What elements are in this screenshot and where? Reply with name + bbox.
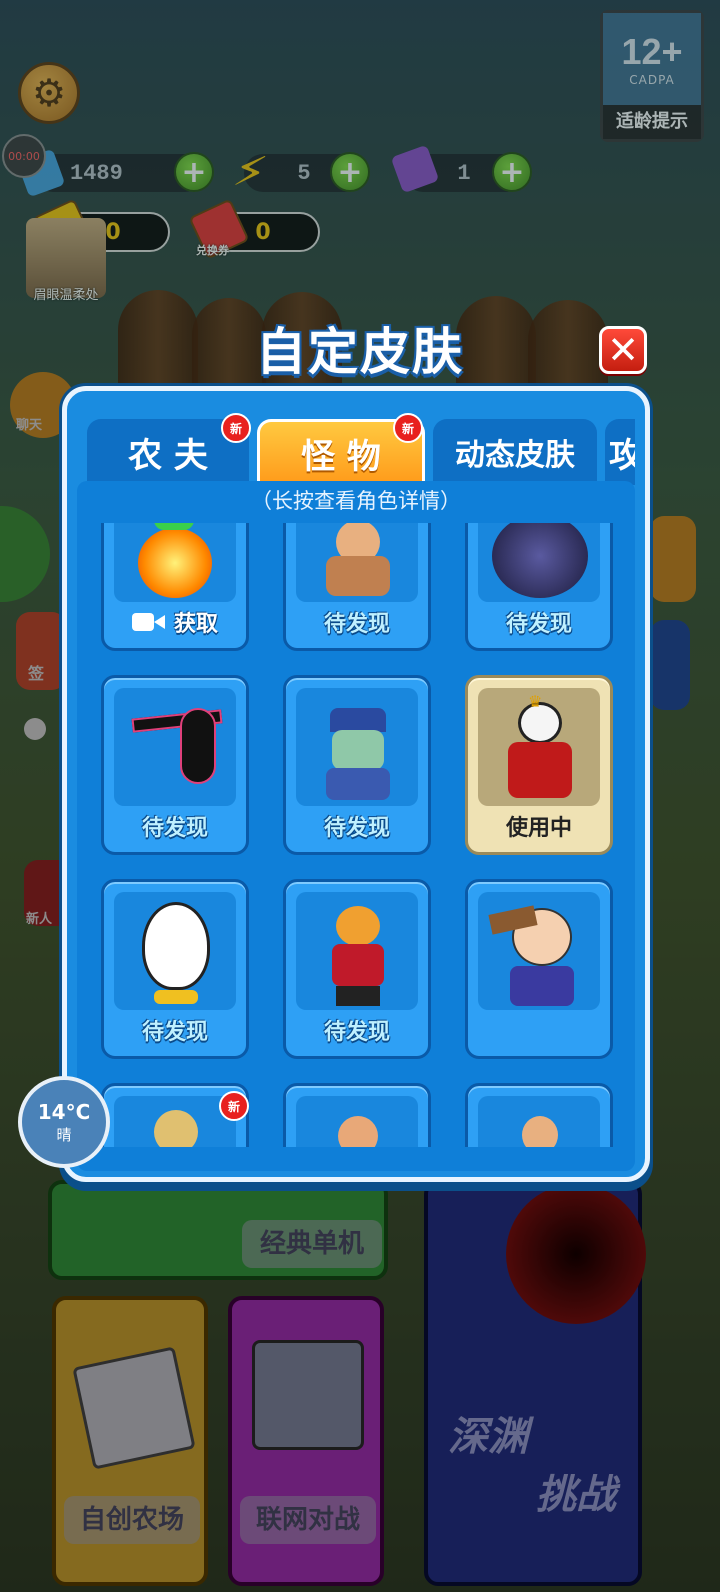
running-villager-icon (296, 523, 418, 602)
rating-age: 12+ (621, 31, 683, 72)
card-status: 待发现 (141, 1020, 208, 1045)
skin-modal: 农 夫 怪 物 动态皮肤 攻 新 新 （长按查看角色详情） 获取 待发现 待发现… (62, 386, 650, 1182)
hud: ⚙ 12+ CADPA 适龄提示 1489 + 5 ⚡ + 1 + 00:00 … (0, 0, 720, 310)
skin-card[interactable]: 待发现 (465, 523, 613, 651)
new-badge: 新 (221, 413, 251, 443)
angry-man-icon (296, 1096, 418, 1147)
storm-cloud-icon (478, 523, 600, 602)
sailor-sign-icon (478, 892, 600, 1010)
energy-value: 5 (297, 160, 311, 186)
skin-card-in-use[interactable]: ♛ 使用中 (465, 675, 613, 855)
skin-content-panel: （长按查看角色详情） 获取 待发现 待发现 待发现 待发现 ♛ 使用中 待发现 … (77, 481, 635, 1171)
skin-card[interactable]: 待发现 (283, 675, 431, 855)
new-badge: 新 (219, 1091, 249, 1121)
get-by-video-status[interactable]: 获取 (104, 606, 246, 638)
skin-card[interactable]: 待发现 (283, 523, 431, 651)
weather-widget[interactable]: 14°C 晴 (18, 1076, 110, 1168)
close-icon: ✕ (607, 328, 639, 372)
rating-label: 适龄提示 (603, 105, 701, 139)
weather-condition: 晴 (56, 1126, 72, 1144)
avatar-name: 眉眼温柔处 (33, 288, 99, 303)
card-status: 待发现 (323, 1020, 390, 1045)
add-ticket-button[interactable]: + (492, 152, 532, 192)
modal-title: 自定皮肤 (256, 323, 464, 381)
tab-label: 农 夫 (128, 435, 208, 476)
rating-org: CADPA (629, 73, 675, 87)
settings-gear-icon[interactable]: ⚙ (18, 62, 80, 124)
new-badge: 新 (393, 413, 423, 443)
fire-monster-icon (114, 523, 236, 602)
tab-bar: 农 夫 怪 物 动态皮肤 攻 (87, 411, 635, 485)
skin-card[interactable] (465, 879, 613, 1059)
tab-label: 攻 (609, 435, 635, 476)
lightning-icon: ⚡ (229, 141, 271, 201)
egg-man-icon (114, 892, 236, 1010)
gold-ticket-value: 0 (105, 219, 121, 245)
ticket-value: 1 (457, 160, 471, 186)
add-coins-button[interactable]: + (174, 152, 214, 192)
jiangshi-zombie-icon (296, 688, 418, 806)
skin-card[interactable]: 待发现 (101, 675, 249, 855)
skin-card[interactable]: 待发现 (283, 879, 431, 1059)
skin-grid[interactable]: 获取 待发现 待发现 待发现 待发现 ♛ 使用中 待发现 待发现 (77, 523, 635, 1147)
close-button[interactable]: ✕ (599, 326, 647, 374)
card-status: 待发现 (141, 816, 208, 841)
tab-dynamic-skin[interactable]: 动态皮肤 (433, 419, 597, 485)
card-status: 待发现 (505, 612, 572, 637)
skin-card[interactable] (283, 1083, 431, 1147)
weather-temp: 14°C (37, 1100, 91, 1124)
tab-label: 怪 物 (301, 437, 381, 477)
long-press-hint: （长按查看角色详情） (251, 489, 461, 513)
video-icon (131, 611, 166, 633)
coins-value: 1489 (70, 160, 123, 186)
card-status: 使用中 (505, 816, 572, 841)
add-energy-button[interactable]: + (330, 152, 370, 192)
age-rating-badge[interactable]: 12+ CADPA 适龄提示 (600, 10, 704, 142)
skin-card[interactable] (465, 1083, 613, 1147)
shadow-stickman-icon (114, 688, 236, 806)
exchange-ticket-value: 0 (255, 219, 271, 245)
skin-card[interactable]: 获取 (101, 523, 249, 651)
skin-card[interactable]: 待发现 (101, 879, 249, 1059)
card-status: 待发现 (323, 816, 390, 841)
card-status: 待发现 (323, 612, 390, 637)
caped-man-icon (478, 1096, 600, 1147)
panda-king-icon: ♛ (478, 688, 600, 806)
card-status: 获取 (173, 612, 218, 637)
recording-timer[interactable]: 00:00 (2, 134, 46, 178)
exchange-ticket-label: 兑换券 (196, 244, 229, 257)
tab-label: 动态皮肤 (455, 438, 575, 473)
nine-tail-boy-icon (296, 892, 418, 1010)
tab-attack[interactable]: 攻 (605, 419, 635, 485)
armored-hero-icon (114, 1096, 236, 1147)
